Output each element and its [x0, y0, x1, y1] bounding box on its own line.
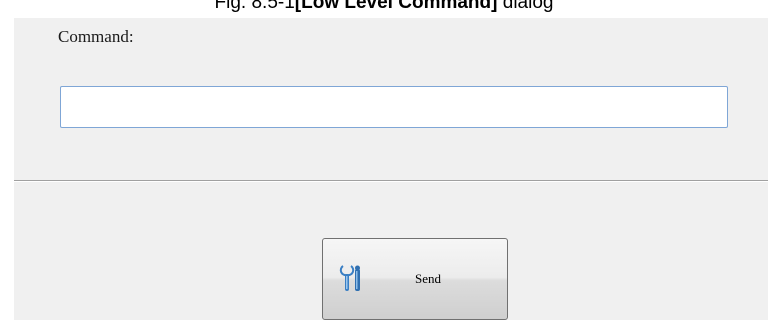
- caption-title: [Low Level Command]: [294, 0, 498, 13]
- figure-caption: Fig. 8.5-1[Low Level Command] dialog: [0, 0, 768, 18]
- command-label: Command:: [58, 27, 134, 46]
- command-input[interactable]: [60, 86, 728, 128]
- low-level-command-dialog: Command: Send: [14, 18, 768, 320]
- wrench-tools-icon: [339, 263, 365, 295]
- send-button-label: Send: [415, 271, 441, 286]
- caption-suffix: dialog: [497, 0, 554, 13]
- send-button[interactable]: Send: [322, 238, 508, 320]
- separator-line: [14, 180, 768, 182]
- caption-prefix: Fig. 8.5-1: [214, 0, 295, 13]
